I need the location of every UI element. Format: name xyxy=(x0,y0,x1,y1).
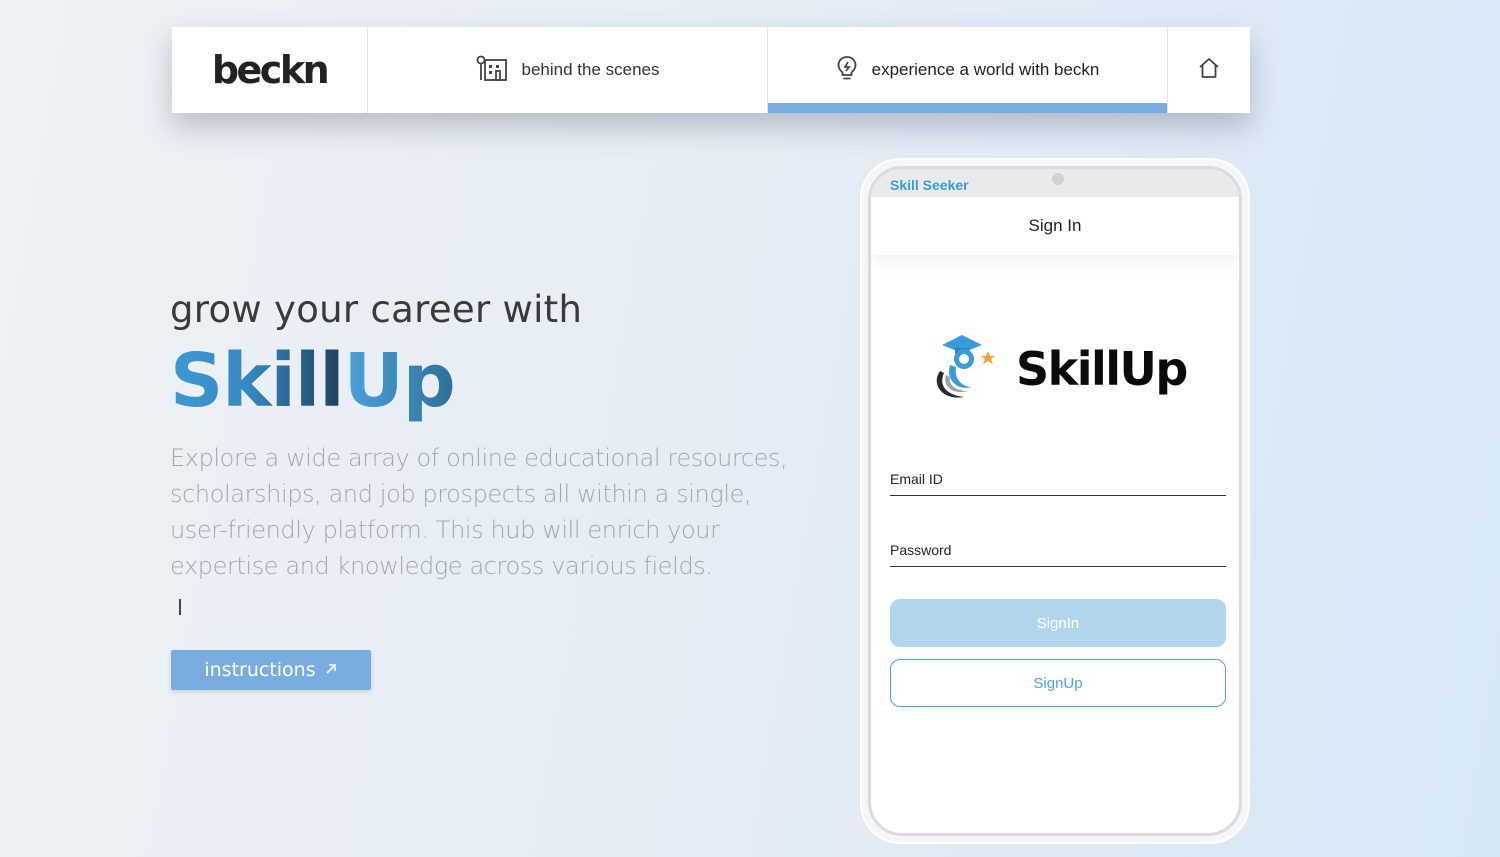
email-field[interactable]: Email ID xyxy=(890,471,1226,496)
nav-label-behind-the-scenes: behind the scenes xyxy=(521,60,660,79)
email-label: Email ID xyxy=(890,471,943,487)
top-nav: beckn behind the scenes experience a wor… xyxy=(172,27,1250,113)
phone-status-bar: Skill Seeker xyxy=(871,169,1239,197)
password-field[interactable]: Password xyxy=(890,542,1226,567)
beckn-logo-text: beckn xyxy=(211,48,330,92)
hero-brand: SkillUp xyxy=(170,338,456,424)
password-label: Password xyxy=(890,542,952,558)
skillup-logo-text: SkillUp xyxy=(1016,341,1188,396)
hero-description: Explore a wide array of online education… xyxy=(170,444,788,580)
skillup-logo: SkillUp xyxy=(926,329,1188,408)
signup-button[interactable]: SignUp xyxy=(890,659,1226,707)
home-button[interactable] xyxy=(1168,27,1250,113)
phone-mockup: Skill Seeker Sign In SkillUp Email ID Pa… xyxy=(860,158,1250,844)
instructions-button[interactable]: instructions xyxy=(171,650,371,690)
nav-item-behind-the-scenes[interactable]: behind the scenes xyxy=(368,27,768,113)
nav-item-experience[interactable]: experience a world with beckn xyxy=(768,27,1168,113)
beckn-logo[interactable]: beckn xyxy=(172,27,368,113)
text-cursor xyxy=(179,599,181,615)
status-title: Skill Seeker xyxy=(890,177,969,193)
building-icon xyxy=(476,54,508,87)
hero-brand-up: Up xyxy=(343,338,456,424)
graduate-icon xyxy=(926,329,996,408)
hero-subtitle: grow your career with xyxy=(170,288,583,331)
active-tab-indicator xyxy=(768,103,1167,113)
camera-dot xyxy=(1052,173,1064,185)
phone-screen: Skill Seeker Sign In SkillUp Email ID Pa… xyxy=(868,166,1242,836)
home-icon xyxy=(1198,57,1220,84)
lightbulb-icon xyxy=(836,54,858,87)
nav-label-experience: experience a world with beckn xyxy=(871,60,1100,79)
instructions-label: instructions xyxy=(204,659,316,681)
phone-header-title: Sign In xyxy=(1028,216,1082,235)
arrow-up-right-icon xyxy=(324,659,338,681)
phone-header: Sign In xyxy=(871,197,1239,255)
hero-brand-skill: Skill xyxy=(170,338,345,424)
signin-button[interactable]: SignIn xyxy=(890,599,1226,647)
